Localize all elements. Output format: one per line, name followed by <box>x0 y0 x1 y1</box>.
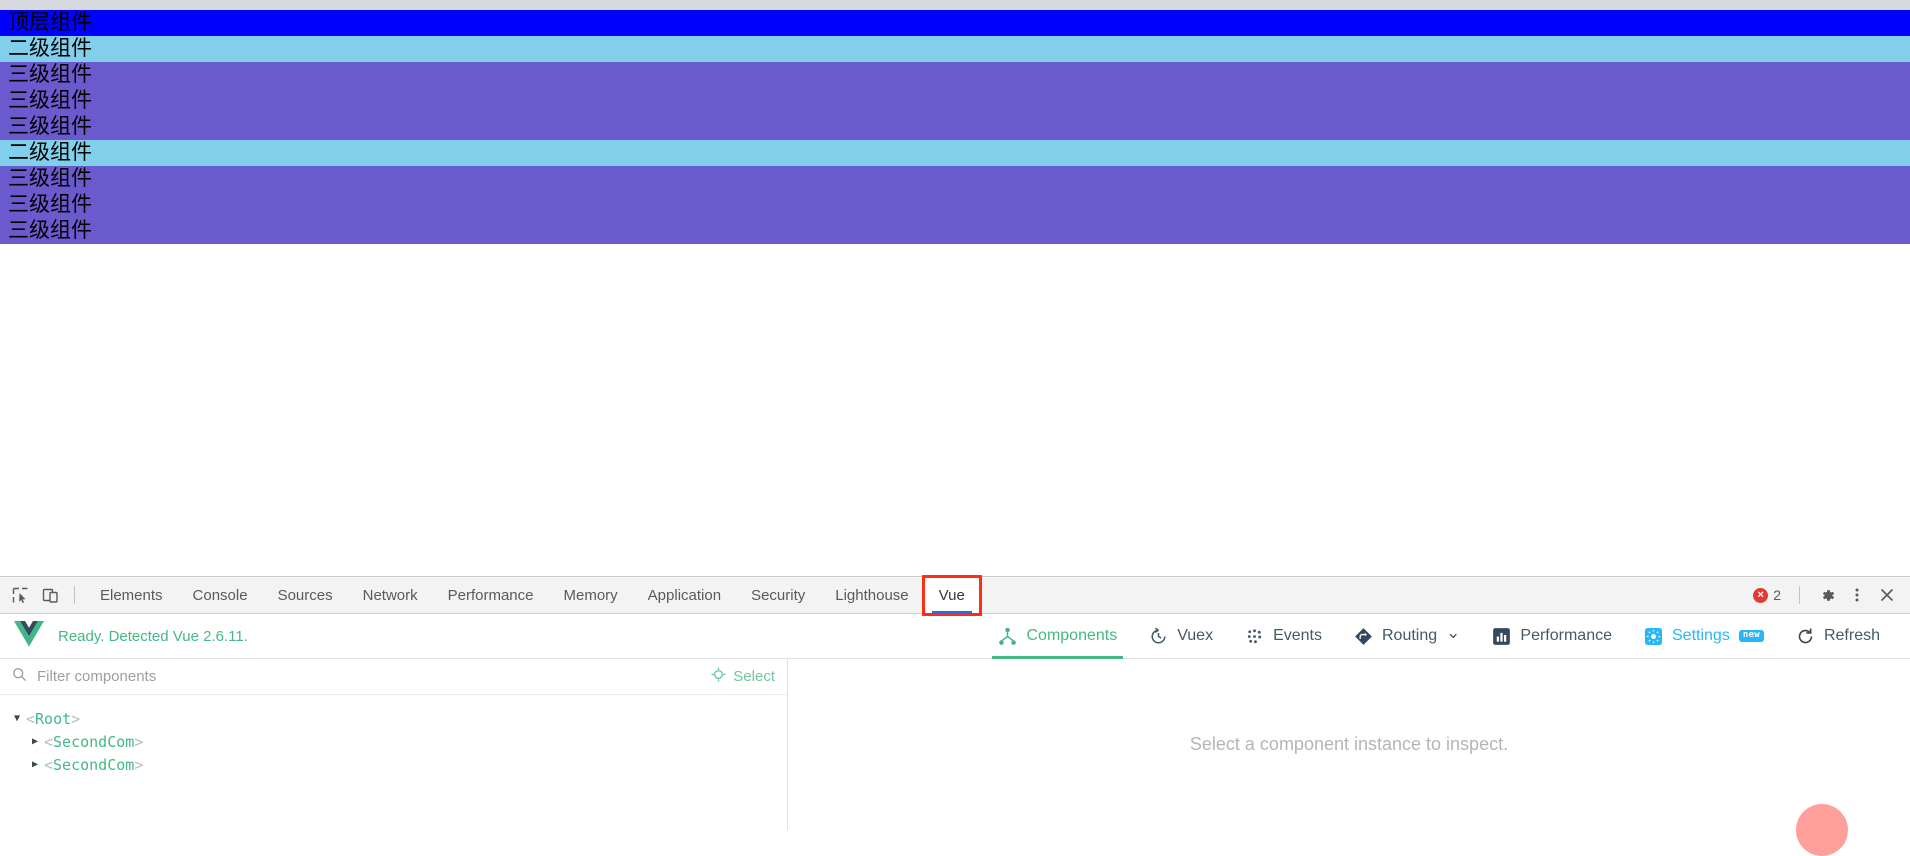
devtools-tab-performance[interactable]: Performance <box>433 577 549 614</box>
devtools-tab-console[interactable]: Console <box>178 577 263 614</box>
component-band-third: 三级组件 <box>0 88 1910 114</box>
component-band-third: 三级组件 <box>0 192 1910 218</box>
error-count: 2 <box>1773 587 1781 603</box>
tag-name: Root <box>35 709 72 728</box>
vue-logo-icon <box>14 620 44 652</box>
devtools-tab-lighthouse[interactable]: Lighthouse <box>820 577 923 614</box>
devtools-tab-bar: Elements Console Sources Network Performance… <box>0 574 1910 616</box>
refresh-icon <box>1796 627 1815 646</box>
vue-brand: Ready. Detected Vue 2.6.11. <box>14 620 248 652</box>
device-toolbar-icon[interactable] <box>36 581 64 609</box>
vue-status-text: Ready. Detected Vue 2.6.11. <box>58 627 248 645</box>
collapse-arrow-icon[interactable]: ▼ <box>8 713 26 724</box>
vue-nav-performance[interactable]: Performance <box>1476 614 1628 659</box>
devtools-tab-security[interactable]: Security <box>736 577 820 614</box>
vue-devtools-body: Select ▼<Root>▶<SecondCom>▶<SecondCom> S… <box>0 659 1910 856</box>
component-detail-pane: Select a component instance to inspect. <box>788 659 1910 856</box>
search-icon <box>12 667 27 687</box>
routing-diamond-icon <box>1354 627 1373 646</box>
crosshair-target-icon <box>711 667 726 686</box>
performance-bars-icon <box>1492 627 1511 646</box>
tag-bracket-close: > <box>134 755 144 774</box>
filter-components-input[interactable] <box>37 668 692 685</box>
tree-node-secondcom[interactable]: ▶ < SecondCom > <box>0 753 787 776</box>
filter-bar: Select <box>0 659 787 695</box>
devtools-tab-application[interactable]: Application <box>633 577 736 614</box>
component-stack: 顶层组件 二级组件 三级组件 三级组件 三级组件 二级组件 三级组件 三级组件 三级组件 <box>0 10 1910 244</box>
vue-nav-label: Performance <box>1520 627 1612 644</box>
vue-devtools-header: Ready. Detected Vue 2.6.11. Components Vu… <box>0 614 1910 659</box>
tag-bracket-open: < <box>44 732 54 751</box>
vue-nav-label: Vuex <box>1177 627 1214 644</box>
vue-nav-refresh[interactable]: Refresh <box>1780 614 1896 659</box>
component-band-top: 顶层组件 <box>0 10 1910 36</box>
toolbar-divider-right <box>1799 586 1800 604</box>
tag-name: SecondCom <box>53 732 135 751</box>
history-clock-icon <box>1149 627 1168 646</box>
chevron-down-icon[interactable]: ⌄ <box>1446 624 1460 641</box>
devtools-toolbar-right: × 2 <box>1753 582 1910 608</box>
toolbar-divider <box>74 586 75 604</box>
devtools-tab-elements[interactable]: Elements <box>85 577 178 614</box>
rendered-page-area: 顶层组件 二级组件 三级组件 三级组件 三级组件 二级组件 三级组件 三级组件 三级组件 <box>0 0 1910 576</box>
component-tree: ▼ < Root > ▶ < SecondCom > ▶ < SecondCom > <box>0 695 787 830</box>
component-tree-pane: Select ▼<Root>▶<SecondCom>▶<SecondCom> <box>0 659 788 830</box>
more-options-icon[interactable] <box>1844 582 1870 608</box>
vue-nav-label: Events <box>1273 627 1322 644</box>
settings-gear-icon <box>1644 627 1663 646</box>
vue-nav-label: Routing <box>1382 627 1438 644</box>
floating-action-button[interactable] <box>1796 804 1848 856</box>
close-devtools-icon[interactable] <box>1874 582 1900 608</box>
component-band-third: 三级组件 <box>0 114 1910 140</box>
devtools-tab-sources[interactable]: Sources <box>263 577 348 614</box>
vue-nav: Components Vuex Events Routing ⌄ Performance S… <box>982 614 1896 659</box>
vue-nav-label: Refresh <box>1823 627 1880 644</box>
page-top-gutter <box>0 0 1910 10</box>
error-count-badge[interactable]: × 2 <box>1753 587 1781 603</box>
vue-nav-vuex[interactable]: Vuex <box>1133 614 1229 659</box>
tag-bracket-open: < <box>26 709 36 728</box>
components-tree-icon <box>998 627 1017 646</box>
detail-empty-message: Select a component instance to inspect. <box>1189 734 1509 754</box>
select-component-button[interactable]: Select <box>701 667 775 686</box>
inspect-element-icon[interactable] <box>6 581 34 609</box>
component-band-third: 三级组件 <box>0 166 1910 192</box>
expand-arrow-icon[interactable]: ▶ <box>26 759 44 770</box>
component-band-third: 三级组件 <box>0 62 1910 88</box>
settings-gear-icon[interactable] <box>1814 582 1840 608</box>
vue-nav-components[interactable]: Components <box>982 614 1133 659</box>
tree-node-root[interactable]: ▼ < Root > <box>0 707 787 730</box>
vue-nav-events[interactable]: Events <box>1229 614 1338 659</box>
events-dots-icon <box>1245 627 1264 646</box>
tag-name: SecondCom <box>53 755 135 774</box>
vue-nav-settings[interactable]: Settings new <box>1628 614 1780 659</box>
vue-nav-label: Settings <box>1672 627 1730 644</box>
vue-nav-label: Components <box>1026 627 1118 644</box>
tag-bracket-open: < <box>44 755 54 774</box>
devtools-tab-network[interactable]: Network <box>348 577 433 614</box>
component-band-second: 二级组件 <box>0 36 1910 62</box>
chrome-devtools-panel: Elements Console Sources Network Performance… <box>0 574 1910 856</box>
error-icon: × <box>1753 587 1769 603</box>
select-button-label: Select <box>733 668 775 685</box>
tree-node-secondcom[interactable]: ▶ < SecondCom > <box>0 730 787 753</box>
component-band-third: 三级组件 <box>0 218 1910 244</box>
devtools-tabs: Elements Console Sources Network Performance… <box>85 574 982 616</box>
devtools-tab-memory[interactable]: Memory <box>549 577 633 614</box>
expand-arrow-icon[interactable]: ▶ <box>26 736 44 747</box>
new-badge: new <box>1738 630 1764 642</box>
tag-bracket-close: > <box>134 732 144 751</box>
devtools-tab-vue[interactable]: Vue <box>921 574 982 616</box>
tag-bracket-close: > <box>71 709 81 728</box>
component-band-second: 二级组件 <box>0 140 1910 166</box>
vue-nav-routing[interactable]: Routing ⌄ <box>1338 614 1476 659</box>
